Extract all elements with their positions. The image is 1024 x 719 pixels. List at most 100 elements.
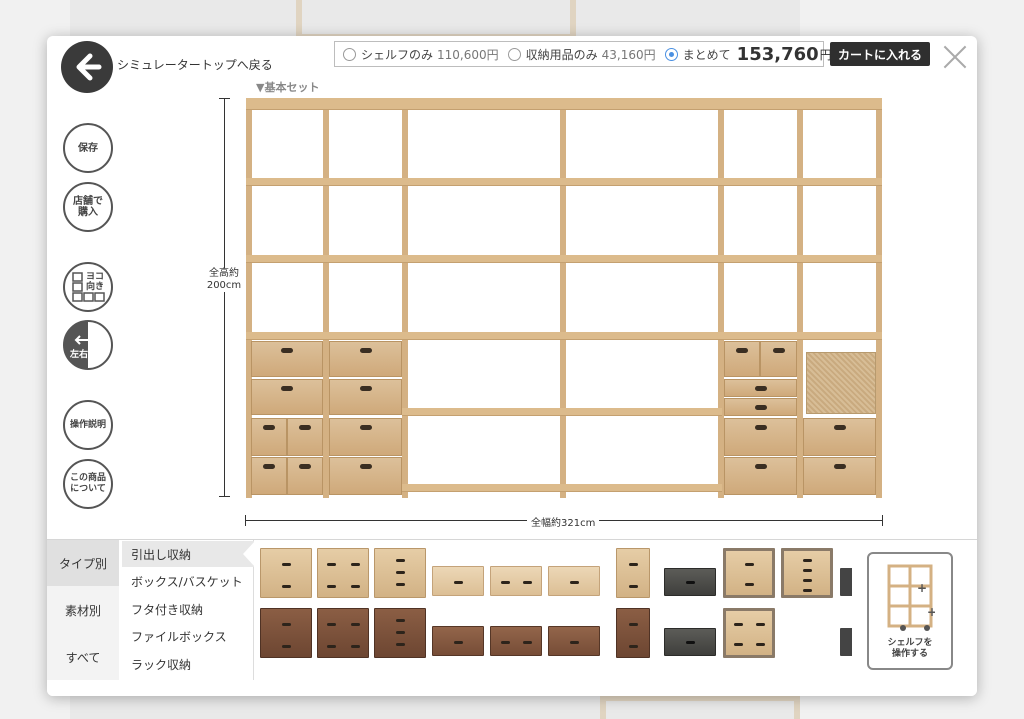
back-button[interactable] [61, 41, 113, 93]
drawer-unit[interactable] [251, 341, 323, 377]
tab-by-type[interactable]: タイプ別 [47, 540, 119, 586]
drawer-unit[interactable] [803, 457, 876, 495]
product-carousel[interactable] [260, 546, 852, 670]
category-box-basket[interactable]: ボックス/バスケット [122, 568, 254, 594]
product-thumbnail[interactable] [781, 548, 833, 598]
rattan-basket[interactable] [806, 352, 876, 414]
drawer-handle [359, 348, 372, 353]
drawer-handle [396, 619, 405, 622]
drawer-unit[interactable] [724, 341, 760, 377]
dimension-cap [882, 515, 883, 526]
drawer-handle [282, 645, 291, 648]
product-thumbnail[interactable] [317, 608, 369, 658]
about-product-button[interactable]: この商品について [63, 459, 113, 509]
drawer-unit[interactable] [251, 418, 287, 456]
background-shelf [296, 0, 576, 40]
drawer-handle [359, 464, 372, 469]
flip-button[interactable]: 左右反転 [63, 320, 113, 370]
drawer-unit[interactable] [760, 341, 797, 377]
product-thumbnail[interactable] [664, 628, 716, 656]
drawer-handle [734, 643, 743, 646]
shelf-canvas[interactable] [246, 98, 882, 498]
drawer-unit[interactable] [724, 398, 797, 416]
radio-all[interactable] [664, 47, 678, 61]
tab-by-material[interactable]: 素材別 [47, 587, 119, 633]
drawer-unit[interactable] [724, 379, 797, 397]
close-icon[interactable] [942, 44, 968, 70]
drawer-unit[interactable] [803, 418, 876, 456]
yoko-orientation-button[interactable]: ヨコ向き [63, 262, 113, 312]
operate-shelf-button[interactable]: + + シェルフを 操作する [867, 552, 953, 670]
shelf-board [402, 484, 722, 492]
drawer-handle [351, 585, 360, 588]
category-file-box[interactable]: ファイルボックス [122, 623, 254, 649]
drawer-handle [351, 623, 360, 626]
store-purchase-button[interactable]: 店舗で購入 [63, 182, 113, 232]
category-drawer[interactable]: 引出し収納 [122, 541, 255, 567]
drawer-handle [570, 641, 579, 644]
drawer-unit[interactable] [287, 457, 323, 495]
product-thumbnail[interactable] [840, 568, 852, 596]
help-button[interactable]: 操作説明 [63, 400, 113, 450]
product-thumbnail[interactable] [260, 608, 312, 658]
drawer-unit[interactable] [287, 418, 323, 456]
product-panel: タイプ別 素材別 すべて 引出し収納 ボックス/バスケット フタ付き収納 ファイ… [47, 539, 977, 696]
drawer-handle [756, 643, 765, 646]
drawer-handle [803, 569, 812, 572]
product-thumbnail[interactable] [723, 548, 775, 598]
drawer-unit[interactable] [329, 418, 402, 456]
add-to-cart-button[interactable]: カートに入れる [830, 42, 930, 66]
drawer-handle [263, 425, 275, 430]
drawer-unit[interactable] [724, 457, 797, 495]
option-storage-only[interactable]: 収納用品のみ 43,160円 [507, 46, 656, 63]
drawer-handle [282, 563, 291, 566]
category-lidded[interactable]: フタ付き収納 [122, 596, 254, 622]
drawer-unit[interactable] [329, 457, 402, 495]
product-thumbnail[interactable] [723, 608, 775, 658]
product-thumbnail[interactable] [432, 566, 484, 596]
drawer-handle [327, 563, 336, 566]
radio-shelf-only[interactable] [343, 47, 356, 61]
drawer-handle [686, 641, 695, 644]
product-thumbnail[interactable] [432, 626, 484, 656]
drawer-unit[interactable] [251, 379, 323, 415]
drawer-handle [327, 623, 336, 626]
option-all[interactable]: まとめて 153,760 円 [664, 43, 832, 65]
product-thumbnail[interactable] [260, 548, 312, 598]
shelf-post [402, 98, 408, 498]
radio-storage-only[interactable] [507, 47, 521, 61]
drawer-handle [351, 563, 360, 566]
product-thumbnail[interactable] [616, 548, 650, 598]
set-label: ▼基本セット [256, 81, 320, 94]
back-label[interactable]: シミュレータートップへ戻る [117, 56, 273, 73]
tab-all[interactable]: すべて [47, 634, 119, 680]
shelf-board [246, 332, 882, 340]
svg-text:+: + [927, 605, 935, 619]
flip-label: 左右反転 [69, 350, 106, 360]
product-thumbnail[interactable] [616, 608, 650, 658]
drawer-handle [359, 386, 372, 391]
product-thumbnail[interactable] [374, 548, 426, 598]
product-thumbnail[interactable] [548, 626, 600, 656]
option-shelf-only[interactable]: シェルフのみ 110,600円 [343, 46, 499, 63]
shelf-post [560, 98, 566, 498]
help-label: 操作説明 [69, 419, 106, 430]
product-thumbnail[interactable] [490, 566, 542, 596]
product-thumbnail[interactable] [317, 548, 369, 598]
drawer-unit[interactable] [329, 341, 402, 377]
drawer-handle [263, 464, 275, 469]
save-button[interactable]: 保存 [63, 123, 113, 173]
product-thumbnail[interactable] [664, 568, 716, 596]
total-price: 153,760 [736, 43, 819, 65]
product-thumbnail[interactable] [374, 608, 426, 658]
category-rack[interactable]: ラック収納 [122, 651, 254, 677]
drawer-unit[interactable] [251, 457, 287, 495]
drawer-handle [396, 571, 405, 574]
product-thumbnail[interactable] [840, 628, 852, 656]
product-thumbnail[interactable] [548, 566, 600, 596]
option-label: まとめて [682, 47, 731, 62]
drawer-unit[interactable] [724, 418, 797, 456]
drawer-unit[interactable] [329, 379, 402, 415]
product-thumbnail[interactable] [490, 626, 542, 656]
height-label-line: 全高約 [209, 268, 239, 279]
